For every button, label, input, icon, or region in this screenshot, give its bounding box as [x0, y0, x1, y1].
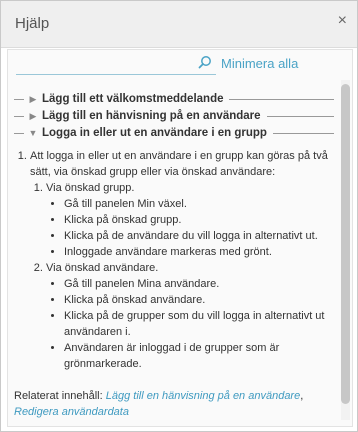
related-separator: , [300, 390, 304, 402]
related-link-edit-user-data[interactable]: Redigera användardata [14, 406, 129, 418]
section-content: Att logga in eller ut en användare i en … [14, 148, 332, 372]
caret-right-icon: ▶ [29, 93, 37, 104]
section-divider [14, 132, 24, 134]
section-welcome-message[interactable]: ▶ Lägg till ett välkomstmeddelande [14, 90, 334, 108]
list-item: Att logga in eller ut en användare i en … [30, 148, 332, 372]
dialog-titlebar: Hjälp × [1, 1, 357, 48]
section-label: Lägg till ett välkomstmeddelande [42, 93, 224, 105]
related-prefix: Relaterat innehåll: [14, 390, 106, 402]
list-item: Klicka på de användare du vill logga in … [64, 228, 332, 244]
scrollbar-thumb[interactable] [341, 84, 350, 404]
caret-down-icon: ▼ [28, 128, 38, 138]
dialog-title: Hjälp [15, 15, 50, 32]
list-item: Användaren är inloggad i de grupper som … [64, 340, 332, 372]
section-login-logout-group[interactable]: ▼ Logga in eller ut en användare i en gr… [14, 124, 334, 142]
intro-text: Att logga in eller ut en användare i en … [30, 150, 328, 178]
caret-right-icon: ▶ [29, 110, 37, 121]
list-item: Klicka på önskad användare. [64, 292, 332, 308]
help-body: Minimera alla ▶ Lägg till ett välkomstme… [7, 49, 353, 427]
list-item: Inloggade användare markeras med grönt. [64, 244, 332, 260]
instruction-list: Att logga in eller ut en användare i en … [14, 148, 332, 372]
list-item: Gå till panelen Mina användare. [64, 276, 332, 292]
minimize-all-link[interactable]: Minimera alla [221, 56, 298, 71]
section-divider [272, 132, 334, 134]
help-dialog: Hjälp × Minimera alla ▶ Lägg till ett vä… [0, 0, 358, 432]
list-item: Via önskad grupp. Gå till panelen Min vä… [46, 180, 332, 260]
list-item: Via önskad användare. Gå till panelen Mi… [46, 260, 332, 372]
search-row: Minimera alla [16, 54, 336, 80]
section-divider [229, 98, 334, 100]
related-link-add-referral[interactable]: Lägg till en hänvisning på en användare [106, 390, 300, 402]
method-list: Via önskad grupp. Gå till panelen Min vä… [30, 180, 332, 372]
search-input[interactable] [16, 54, 216, 75]
search-icon[interactable] [198, 55, 212, 69]
scrollbar[interactable] [341, 80, 350, 420]
step-list: Gå till panelen Mina användare. Klicka p… [46, 276, 332, 372]
list-item: Klicka på önskad grupp. [64, 212, 332, 228]
section-divider [266, 115, 334, 117]
method-label: Via önskad användare. [46, 262, 159, 274]
section-add-referral[interactable]: ▶ Lägg till en hänvisning på en användar… [14, 107, 334, 125]
related-content: Relaterat innehåll: Lägg till en hänvisn… [14, 388, 332, 420]
method-label: Via önskad grupp. [46, 182, 135, 194]
list-item: Klicka på de grupper som du vill logga i… [64, 308, 332, 340]
close-icon[interactable]: × [338, 13, 347, 29]
section-divider [14, 98, 24, 100]
section-label: Lägg till en hänvisning på en användare [42, 110, 261, 122]
section-divider [14, 115, 24, 117]
step-list: Gå till panelen Min växel. Klicka på öns… [46, 196, 332, 260]
section-label: Logga in eller ut en användare i en grup… [42, 127, 267, 139]
list-item: Gå till panelen Min växel. [64, 196, 332, 212]
